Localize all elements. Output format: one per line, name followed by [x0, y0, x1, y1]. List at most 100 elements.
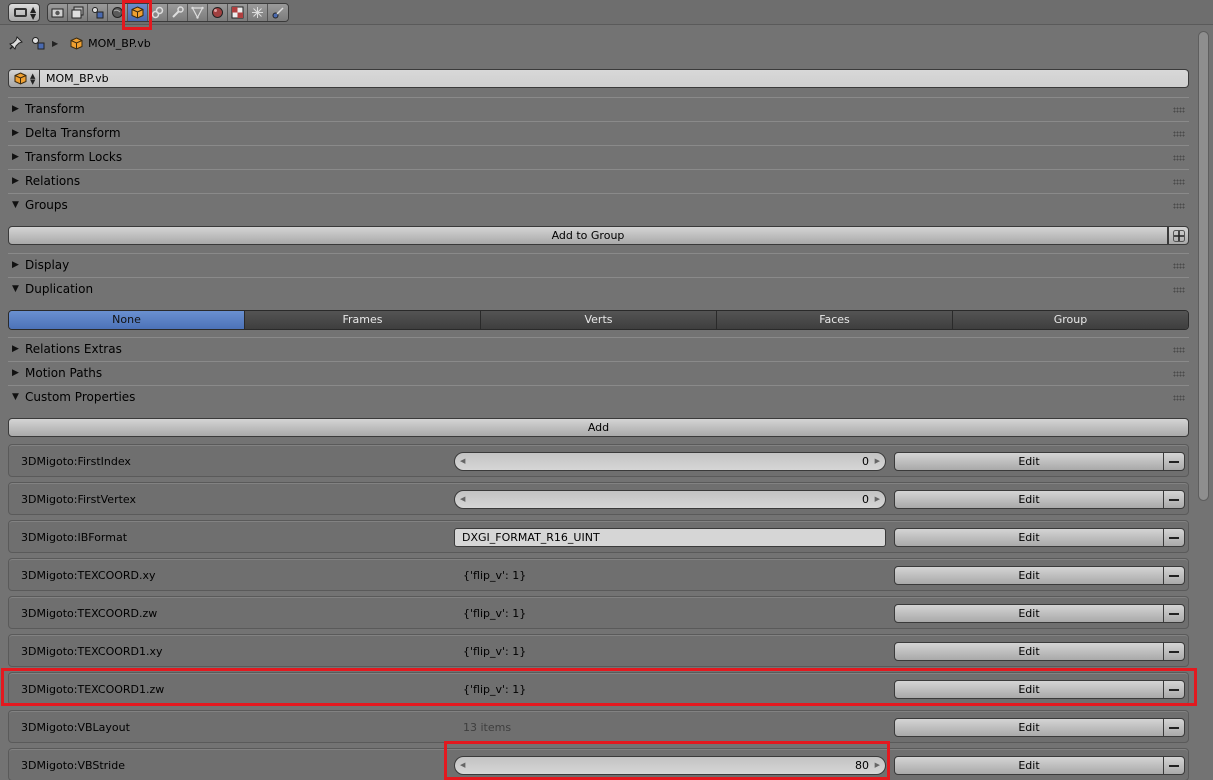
plus-icon [1172, 229, 1185, 242]
minus-icon [1169, 612, 1179, 615]
minus-icon [1169, 726, 1179, 729]
modifiers-icon [172, 6, 184, 18]
decrement-arrow-icon[interactable]: ◀ [460, 495, 465, 503]
custom-property-row: 3DMigoto:FirstIndex ◀ 0 ▶ Edit [8, 444, 1189, 477]
custom-property-row: 3DMigoto:IBFormat DXGI_FORMAT_R16_UINT E… [8, 520, 1189, 553]
tab-render[interactable] [48, 4, 68, 21]
panel-relations-extras[interactable]: ▶ Relations Extras [8, 337, 1189, 359]
panel-transform[interactable]: ▶ Transform [8, 97, 1189, 119]
pin-button[interactable] [8, 35, 24, 51]
drag-grip-icon[interactable] [1173, 287, 1185, 293]
custom-property-row: 3DMigoto:TEXCOORD.zw {'flip_v': 1} Edit [8, 596, 1189, 629]
property-value-slider[interactable]: ◀ 0 ▶ [454, 490, 886, 509]
object-icon [14, 72, 27, 85]
context-tabs [47, 3, 289, 22]
remove-property-button[interactable] [1163, 566, 1185, 585]
panel-title: Custom Properties [25, 389, 136, 404]
edit-property-button[interactable]: Edit [894, 604, 1164, 623]
scrollbar-thumb[interactable] [1198, 31, 1209, 501]
minus-icon [1169, 574, 1179, 577]
add-property-button[interactable]: Add [8, 418, 1189, 437]
remove-property-button[interactable] [1163, 642, 1185, 661]
edit-property-button[interactable]: Edit [894, 756, 1164, 775]
expanded-arrow-icon: ▼ [12, 283, 19, 294]
panel-display[interactable]: ▶ Display [8, 253, 1189, 275]
object-crumb-icon-wrap [68, 35, 84, 51]
remove-property-button[interactable] [1163, 490, 1185, 509]
panel-title: Transform Locks [25, 149, 123, 164]
panel-motion-paths[interactable]: ▶ Motion Paths [8, 361, 1189, 383]
drag-grip-icon[interactable] [1173, 107, 1185, 113]
dup-option-none[interactable]: None [9, 311, 245, 329]
tab-mesh-data[interactable] [188, 4, 208, 21]
tab-scene[interactable] [88, 4, 108, 21]
tab-particles[interactable] [248, 4, 268, 21]
drag-grip-icon[interactable] [1173, 203, 1185, 209]
material-icon [212, 7, 223, 18]
editor-type-selector[interactable]: ▲ ▼ [8, 3, 40, 22]
tab-texture[interactable] [228, 4, 248, 21]
edit-property-button[interactable]: Edit [894, 566, 1164, 585]
minus-icon [1169, 460, 1179, 463]
panel-title: Relations [25, 173, 81, 188]
drag-grip-icon[interactable] [1173, 347, 1185, 353]
edit-property-button[interactable]: Edit [894, 528, 1164, 547]
expanded-arrow-icon: ▼ [12, 199, 19, 210]
property-name: 3DMigoto:FirstIndex [21, 455, 131, 468]
add-to-group-button[interactable]: Add to Group [8, 226, 1168, 245]
panel-delta-transform[interactable]: ▶ Delta Transform [8, 121, 1189, 143]
object-browse-button[interactable]: ▲ ▼ [8, 69, 40, 88]
property-value: 0 [862, 493, 869, 506]
property-value: {'flip_v': 1} [463, 569, 527, 582]
edit-property-button[interactable]: Edit [894, 490, 1164, 509]
remove-property-button[interactable] [1163, 604, 1185, 623]
increment-arrow-icon[interactable]: ▶ [875, 495, 880, 503]
decrement-arrow-icon[interactable]: ◀ [460, 457, 465, 465]
dup-option-verts[interactable]: Verts [481, 311, 717, 329]
object-icon [70, 36, 83, 50]
new-group-button[interactable] [1168, 226, 1189, 245]
particles-icon [252, 7, 263, 18]
minus-icon [1169, 764, 1179, 767]
object-name-field: ▲ ▼ MOM_BP.vb [8, 69, 1189, 88]
panel-transform-locks[interactable]: ▶ Transform Locks [8, 145, 1189, 167]
drag-grip-icon[interactable] [1173, 263, 1185, 269]
vbstride-value-highlight [444, 741, 890, 780]
render-layers-icon [71, 6, 84, 19]
drag-grip-icon[interactable] [1173, 179, 1185, 185]
tab-physics[interactable] [268, 4, 288, 21]
duplication-mode-selector: None Frames Verts Faces Group [8, 310, 1189, 330]
scene-crumb[interactable] [30, 35, 46, 51]
tab-modifiers[interactable] [168, 4, 188, 21]
constraints-icon [151, 6, 164, 19]
panel-title: Motion Paths [25, 365, 103, 380]
panel-title: Display [25, 257, 70, 272]
edit-property-button[interactable]: Edit [894, 642, 1164, 661]
dup-option-faces[interactable]: Faces [717, 311, 953, 329]
drag-grip-icon[interactable] [1173, 131, 1185, 137]
tab-render-layers[interactable] [68, 4, 88, 21]
dup-option-group[interactable]: Group [953, 311, 1188, 329]
remove-property-button[interactable] [1163, 718, 1185, 737]
drag-grip-icon[interactable] [1173, 395, 1185, 401]
minus-icon [1169, 650, 1179, 653]
remove-property-button[interactable] [1163, 756, 1185, 775]
object-name-input[interactable]: MOM_BP.vb [40, 69, 1189, 88]
panel-groups[interactable]: ▼ Groups [8, 193, 1189, 215]
physics-icon [272, 7, 284, 19]
panel-duplication[interactable]: ▼ Duplication [8, 277, 1189, 299]
property-value-slider[interactable]: ◀ 0 ▶ [454, 452, 886, 471]
edit-property-button[interactable]: Edit [894, 452, 1164, 471]
remove-property-button[interactable] [1163, 528, 1185, 547]
panel-custom-properties[interactable]: ▼ Custom Properties [8, 385, 1189, 407]
dup-option-frames[interactable]: Frames [245, 311, 481, 329]
panel-relations[interactable]: ▶ Relations [8, 169, 1189, 191]
drag-grip-icon[interactable] [1173, 155, 1185, 161]
edit-property-button[interactable]: Edit [894, 718, 1164, 737]
increment-arrow-icon[interactable]: ▶ [875, 457, 880, 465]
property-value-input[interactable]: DXGI_FORMAT_R16_UINT [454, 528, 886, 547]
remove-property-button[interactable] [1163, 452, 1185, 471]
drag-grip-icon[interactable] [1173, 371, 1185, 377]
property-name: 3DMigoto:VBLayout [21, 721, 130, 734]
tab-material[interactable] [208, 4, 228, 21]
